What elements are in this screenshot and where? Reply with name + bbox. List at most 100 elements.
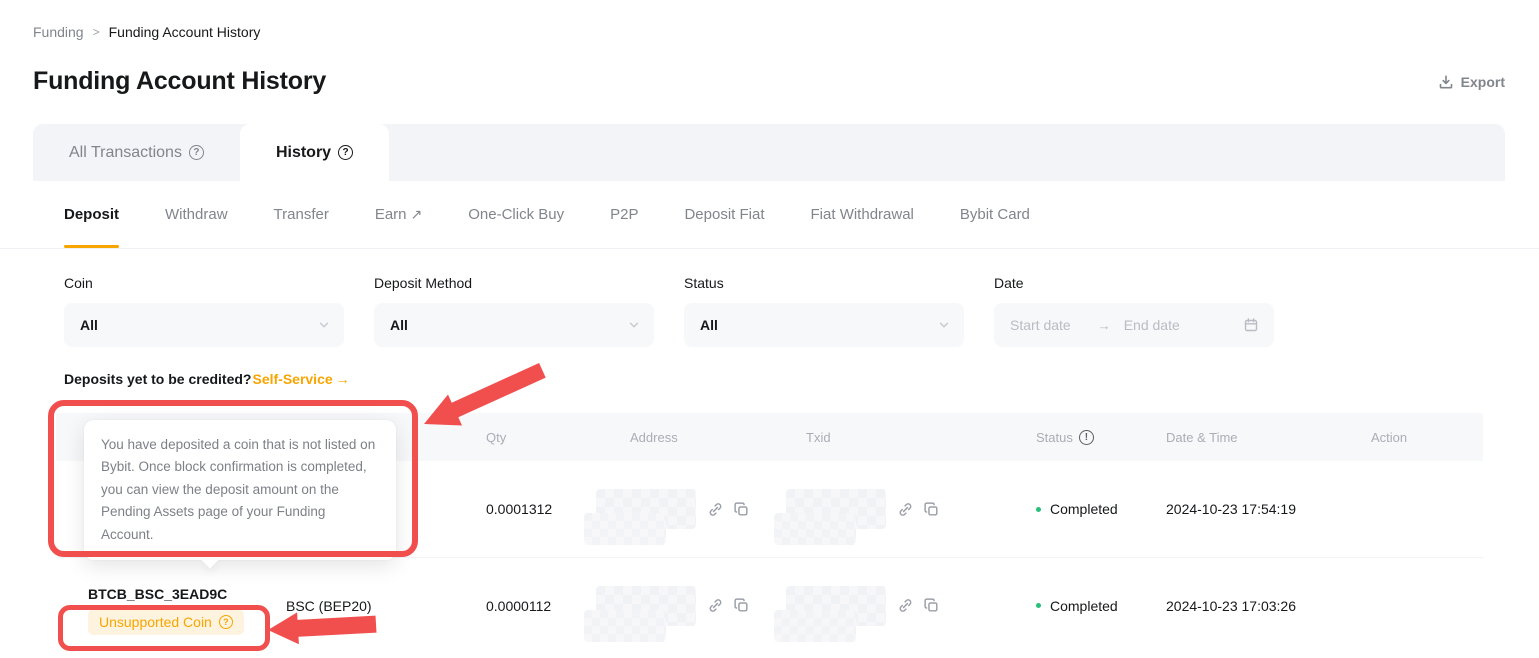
date-range-input[interactable]: Start date → End date — [994, 303, 1274, 347]
table-row: BTCB_BSC_3EAD9C Unsupported Coin ? BSC (… — [56, 557, 1483, 653]
coin-select-value: All — [80, 317, 98, 333]
subtab-transfer[interactable]: Transfer — [274, 181, 329, 248]
status-label: Completed — [1050, 598, 1118, 614]
table-header-address: Address — [596, 430, 786, 445]
breadcrumb-funding[interactable]: Funding — [33, 24, 84, 40]
status-label: Completed — [1050, 501, 1118, 517]
subtab-p2p[interactable]: P2P — [610, 181, 638, 248]
tab-all-transactions[interactable]: All Transactions ? — [33, 124, 240, 181]
address-cell — [596, 489, 786, 529]
arrow-right-icon: → — [336, 371, 350, 387]
deposit-method-filter-label: Deposit Method — [374, 275, 654, 291]
copy-icon[interactable] — [733, 597, 750, 614]
chevron-down-icon — [318, 319, 330, 331]
explorer-link-icon[interactable] — [897, 597, 914, 614]
deposit-method-select-value: All — [390, 317, 408, 333]
filter-deposit-method: Deposit Method All — [374, 275, 654, 347]
chevron-down-icon — [628, 319, 640, 331]
help-icon[interactable]: ? — [219, 615, 233, 629]
coin-cell: BTCB_BSC_3EAD9C Unsupported Coin ? — [56, 586, 286, 635]
coin-select[interactable]: All — [64, 303, 344, 347]
subtab-bybit-card[interactable]: Bybit Card — [960, 181, 1030, 248]
table-header-status: Status ! — [1036, 430, 1166, 445]
qty-cell: 0.0001312 — [486, 501, 596, 517]
export-button[interactable]: Export — [1438, 74, 1505, 90]
qty-cell: 0.0000112 — [486, 598, 596, 614]
table-header-qty: Qty — [486, 430, 596, 445]
table-header-action: Action — [1371, 430, 1483, 445]
chevron-down-icon — [938, 319, 950, 331]
subtab-p2p-label: P2P — [610, 206, 638, 223]
status-filter-label: Status — [684, 275, 964, 291]
history-subtabs: Deposit Withdraw Transfer Earn ↗ One-Cli… — [0, 181, 1539, 249]
status-select[interactable]: All — [684, 303, 964, 347]
subtab-withdraw-label: Withdraw — [165, 206, 228, 223]
date-filter-label: Date — [994, 275, 1274, 291]
subtab-one-click-buy-label: One-Click Buy — [468, 206, 564, 223]
explorer-link-icon[interactable] — [707, 501, 724, 518]
filter-status: Status All — [684, 275, 964, 347]
help-icon[interactable]: ? — [338, 145, 353, 160]
start-date-placeholder: Start date — [1010, 317, 1071, 333]
status-cell: Completed — [1036, 501, 1166, 517]
status-dot-icon — [1036, 603, 1041, 608]
subtab-fiat-withdrawal[interactable]: Fiat Withdrawal — [811, 181, 914, 248]
end-date-placeholder: End date — [1124, 317, 1243, 333]
explorer-link-icon[interactable] — [897, 501, 914, 518]
copy-icon[interactable] — [923, 597, 940, 614]
page-title: Funding Account History — [33, 67, 326, 96]
tab-history-label: History — [276, 144, 331, 162]
subtab-earn[interactable]: Earn ↗ — [375, 181, 422, 248]
external-link-icon: ↗ — [411, 206, 423, 223]
redacted-txid — [786, 489, 886, 529]
status-dot-icon — [1036, 507, 1041, 512]
subtab-bybit-card-label: Bybit Card — [960, 206, 1030, 223]
datetime-cell: 2024-10-23 17:03:26 — [1166, 598, 1371, 614]
subtab-fiat-withdrawal-label: Fiat Withdrawal — [811, 206, 914, 223]
copy-icon[interactable] — [733, 501, 750, 518]
coin-name: BTCB_BSC_3EAD9C — [88, 586, 227, 602]
calendar-icon — [1243, 317, 1259, 333]
title-row: Funding Account History Export — [0, 40, 1539, 96]
subtab-earn-label: Earn — [375, 206, 407, 223]
subtab-deposit-fiat[interactable]: Deposit Fiat — [684, 181, 764, 248]
status-select-value: All — [700, 317, 718, 333]
table-header-txid: Txid — [786, 430, 1036, 445]
txid-cell — [786, 489, 1036, 529]
filter-coin: Coin All — [64, 275, 344, 347]
main-tabs: All Transactions ? History ? — [33, 124, 1505, 181]
copy-icon[interactable] — [923, 501, 940, 518]
redacted-address — [596, 489, 696, 529]
address-cell — [596, 586, 786, 626]
explorer-link-icon[interactable] — [707, 597, 724, 614]
chain-cell: BSC (BEP20) — [286, 598, 486, 614]
self-service-link[interactable]: Self-Service — [252, 371, 332, 387]
redacted-address — [596, 586, 696, 626]
subtab-withdraw[interactable]: Withdraw — [165, 181, 228, 248]
subtab-transfer-label: Transfer — [274, 206, 329, 223]
subtab-deposit-label: Deposit — [64, 206, 119, 223]
deposit-method-select[interactable]: All — [374, 303, 654, 347]
help-icon[interactable]: ? — [189, 145, 204, 160]
datetime-cell: 2024-10-23 17:54:19 — [1166, 501, 1371, 517]
subtab-deposit[interactable]: Deposit — [64, 181, 119, 248]
tab-history[interactable]: History ? — [240, 124, 389, 181]
info-icon[interactable]: ! — [1079, 430, 1094, 445]
unsupported-coin-tag[interactable]: Unsupported Coin ? — [88, 609, 244, 635]
subtab-one-click-buy[interactable]: One-Click Buy — [468, 181, 564, 248]
coin-filter-label: Coin — [64, 275, 344, 291]
subtab-deposit-fiat-label: Deposit Fiat — [684, 206, 764, 223]
range-arrow-icon: → — [1098, 318, 1111, 333]
status-cell: Completed — [1036, 598, 1166, 614]
tab-all-transactions-label: All Transactions — [69, 144, 182, 162]
breadcrumb: Funding > Funding Account History — [0, 0, 1539, 40]
export-label: Export — [1461, 74, 1505, 90]
pending-deposit-notice: Deposits yet to be credited? Self-Servic… — [0, 347, 1539, 388]
notice-question: Deposits yet to be credited? — [64, 371, 251, 387]
table-header-datetime: Date & Time — [1166, 430, 1371, 445]
funding-history-page: Funding > Funding Account History Fundin… — [0, 0, 1539, 658]
redacted-txid — [786, 586, 886, 626]
breadcrumb-separator-icon: > — [93, 25, 100, 39]
txid-cell — [786, 586, 1036, 626]
filter-date: Date Start date → End date — [994, 275, 1274, 347]
